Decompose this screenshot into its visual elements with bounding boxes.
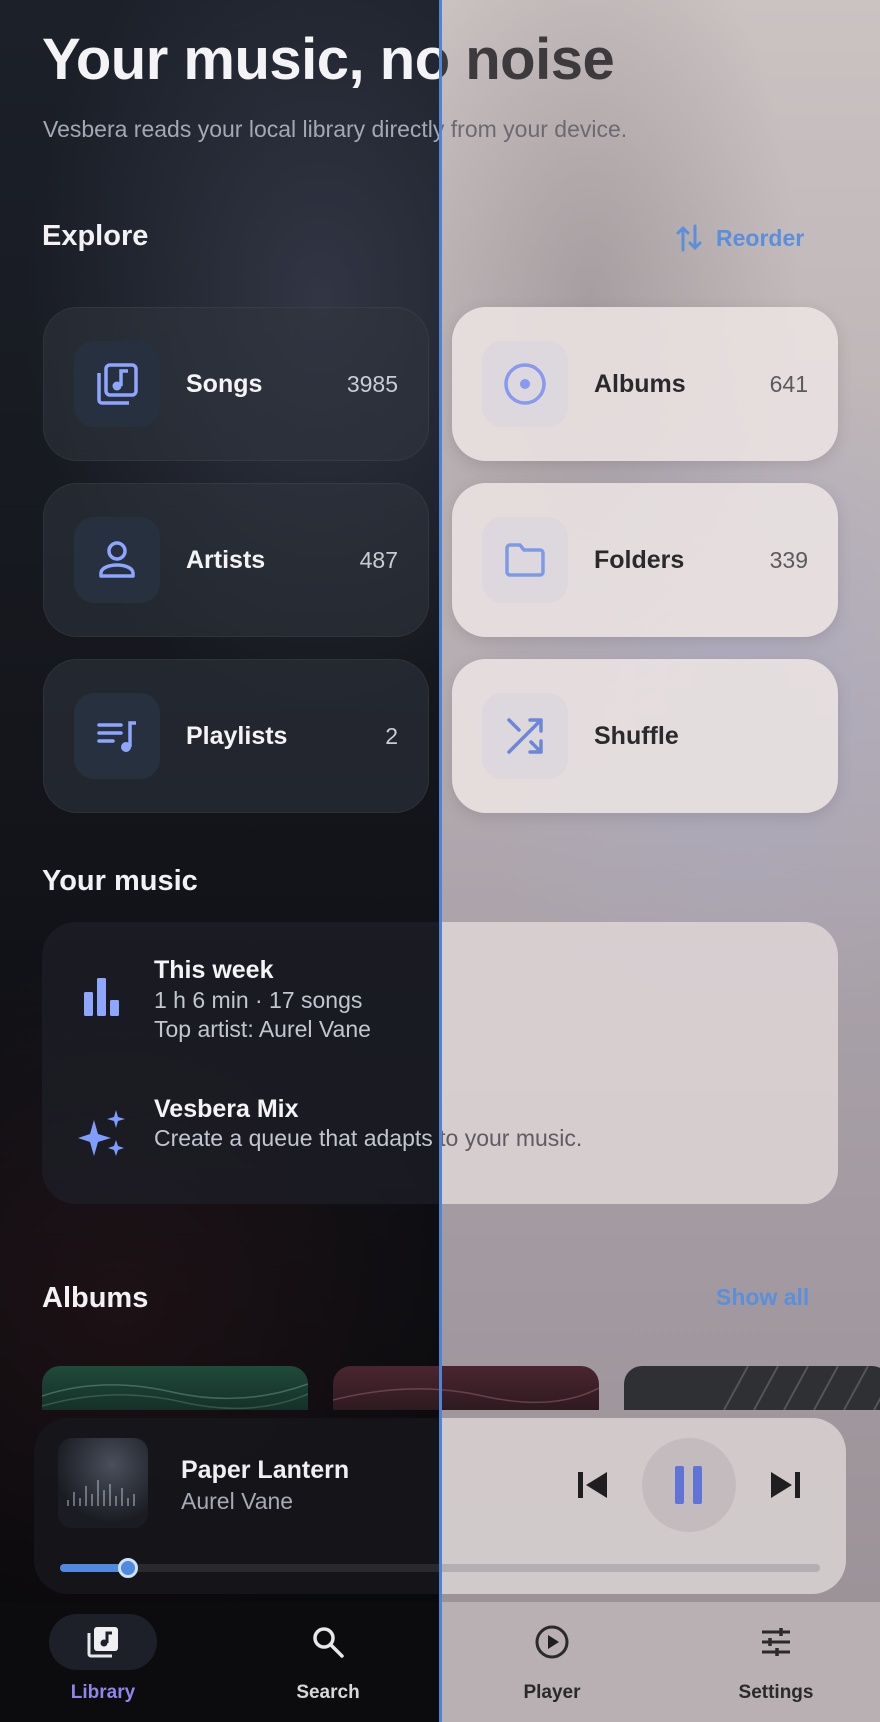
reorder-label: Reorder <box>716 224 805 251</box>
pause-icon <box>675 1466 702 1504</box>
person-icon <box>74 517 160 603</box>
skip-next-icon <box>771 1472 800 1498</box>
tile-songs[interactable]: Songs 3985 <box>43 307 429 461</box>
album-art-thumbnail[interactable] <box>58 1438 148 1528</box>
sliders-icon <box>722 1614 830 1670</box>
tile-count: 641 <box>769 370 808 397</box>
tile-label: Folders <box>594 545 685 574</box>
vesbera-mix-title: Vesbera Mix <box>154 1095 299 1123</box>
album-disc-icon <box>482 341 568 427</box>
tile-albums[interactable]: Albums 641 <box>452 307 838 461</box>
nav-settings[interactable]: Settings <box>686 1614 866 1714</box>
track-title: Paper Lantern <box>181 1456 350 1484</box>
nav-library[interactable]: Library <box>13 1614 193 1714</box>
theme-split-handle[interactable] <box>439 0 442 1722</box>
show-all-albums-link[interactable]: Show all <box>716 1284 809 1311</box>
tile-label: Songs <box>186 369 263 398</box>
sparkle-icon <box>78 1110 126 1160</box>
nav-label: Library <box>70 1682 136 1703</box>
tile-count: 339 <box>769 546 808 573</box>
nav-label: Settings <box>738 1682 814 1703</box>
explore-section-title: Explore <box>42 220 149 252</box>
pause-button[interactable] <box>642 1438 736 1532</box>
album-art-pattern <box>42 1383 308 1410</box>
shuffle-icon <box>482 693 568 779</box>
tile-folders[interactable]: Folders 339 <box>452 483 838 637</box>
this-week-duration: 1 h 6 min · 17 songs <box>154 987 363 1013</box>
tile-playlists[interactable]: Playlists 2 <box>43 659 429 813</box>
folder-icon <box>482 517 568 603</box>
tile-count: 487 <box>359 546 398 573</box>
bar-chart-icon <box>84 978 120 1016</box>
tile-shuffle[interactable]: Shuffle <box>452 659 838 813</box>
tile-count: 3985 <box>346 370 398 397</box>
this-week-top-artist: Top artist: Aurel Vane <box>154 1016 371 1042</box>
album-card[interactable] <box>42 1366 308 1410</box>
skip-previous-icon <box>578 1472 607 1498</box>
this-week-title: This week <box>154 956 274 984</box>
albums-section-title: Albums <box>42 1282 149 1314</box>
waveform-art <box>67 1480 135 1506</box>
tile-count: 2 <box>385 722 398 749</box>
album-card[interactable] <box>624 1366 880 1410</box>
nav-label: Search <box>296 1682 360 1703</box>
tile-label: Shuffle <box>594 721 679 750</box>
nav-player[interactable]: Player <box>462 1614 642 1714</box>
nav-label: Player <box>523 1682 581 1703</box>
track-artist: Aurel Vane <box>181 1488 294 1514</box>
playlist-icon <box>74 693 160 779</box>
library-music-icon <box>74 341 160 427</box>
search-icon <box>274 1614 382 1670</box>
reorder-button[interactable]: Reorder <box>676 222 804 254</box>
previous-track-button[interactable] <box>570 1462 616 1508</box>
nav-search[interactable]: Search <box>238 1614 418 1714</box>
tile-label: Albums <box>594 369 686 398</box>
next-track-button[interactable] <box>762 1462 808 1508</box>
album-art-pattern <box>723 1366 880 1410</box>
reorder-icon <box>676 223 702 253</box>
play-circle-icon <box>498 1614 606 1670</box>
tile-artists[interactable]: Artists 487 <box>43 483 429 637</box>
library-icon <box>49 1614 157 1670</box>
tile-label: Playlists <box>186 721 288 750</box>
tile-label: Artists <box>186 545 266 574</box>
your-music-section-title: Your music <box>42 865 198 897</box>
